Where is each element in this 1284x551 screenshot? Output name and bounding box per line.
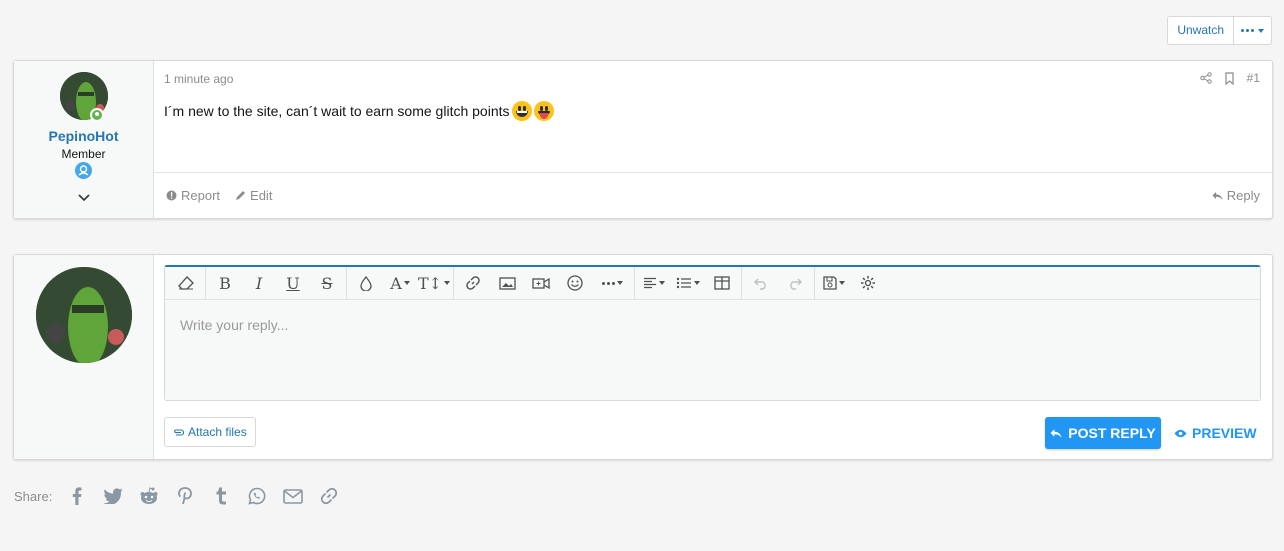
align-icon[interactable] — [637, 267, 671, 300]
username[interactable]: PepinoHot — [14, 128, 153, 144]
toolbar-separator — [741, 266, 742, 300]
share-icon[interactable] — [1199, 72, 1212, 84]
toolbar-separator — [814, 266, 815, 300]
post-attribution-actions: #1 — [1199, 71, 1260, 85]
grinning-face-icon — [511, 101, 532, 121]
font-size-icon[interactable]: T↕ — [417, 267, 451, 300]
message-user-cell: PepinoHot Member — [14, 61, 154, 218]
unwatch-button[interactable]: Unwatch — [1167, 16, 1234, 45]
toolbar-separator — [205, 266, 206, 300]
post-reply-button[interactable]: POST REPLY — [1045, 417, 1161, 449]
reply-link[interactable]: Reply — [1212, 188, 1260, 203]
facebook-icon[interactable] — [66, 485, 88, 507]
reddit-icon[interactable] — [138, 485, 160, 507]
avatar — [36, 267, 132, 363]
link-icon[interactable] — [318, 485, 340, 507]
editor-toolbar: B I U S A T↕ — [165, 266, 1260, 300]
post-footer: Report Edit Reply — [154, 172, 1272, 218]
preview-button[interactable]: PREVIEW — [1174, 417, 1257, 449]
bold-icon[interactable]: B — [208, 267, 242, 300]
tumblr-icon[interactable] — [210, 485, 232, 507]
face-with-tongue-icon — [533, 101, 554, 121]
gear-icon[interactable] — [851, 267, 885, 300]
toolbar-separator — [453, 266, 454, 300]
smiley-icon[interactable] — [558, 267, 592, 300]
video-icon[interactable] — [524, 267, 558, 300]
twitter-icon[interactable] — [102, 485, 124, 507]
list-icon[interactable] — [671, 267, 705, 300]
share-label: Share: — [14, 488, 53, 504]
edit-link[interactable]: Edit — [235, 188, 272, 203]
link-icon[interactable] — [456, 267, 490, 300]
italic-icon[interactable]: I — [242, 267, 276, 300]
message-main-cell: 1 minute ago #1 I´m new to the site, can… — [154, 61, 1272, 218]
eraser-icon[interactable] — [169, 267, 203, 300]
font-family-icon[interactable]: A — [383, 267, 417, 300]
toolbar-separator — [346, 266, 347, 300]
pinterest-icon[interactable] — [174, 485, 196, 507]
chevron-down-icon — [1258, 28, 1264, 33]
user-title: Member — [61, 147, 106, 161]
text-color-icon[interactable] — [349, 267, 383, 300]
post-date[interactable]: 1 minute ago — [164, 72, 233, 86]
post-reply-label: POST REPLY — [1068, 425, 1156, 441]
report-label: Report — [181, 188, 221, 203]
reply-main: B I U S A T↕ Write your reply... Attach … — [154, 255, 1272, 459]
reply-icon — [1050, 428, 1062, 438]
underline-icon[interactable]: U — [276, 267, 310, 300]
post-body: I´m new to the site, can´t wait to earn … — [164, 101, 554, 121]
attach-files-label: Attach files — [188, 425, 247, 439]
preview-label: PREVIEW — [1192, 425, 1257, 441]
image-icon[interactable] — [490, 267, 524, 300]
reply-label: Reply — [1226, 188, 1260, 203]
share-bar: Share: — [14, 485, 340, 507]
paperclip-icon — [174, 429, 184, 436]
save-draft-icon[interactable] — [817, 267, 851, 300]
online-status-icon — [90, 108, 104, 122]
whatsapp-icon[interactable] — [246, 485, 268, 507]
strikethrough-icon[interactable]: S — [310, 267, 344, 300]
more-options-button[interactable] — [1234, 16, 1272, 45]
rich-text-editor: B I U S A T↕ — [164, 265, 1261, 401]
post-number[interactable]: #1 — [1247, 71, 1260, 85]
edit-label: Edit — [250, 188, 273, 203]
post-message: PepinoHot Member 1 minute ago #1 I´m new… — [13, 60, 1273, 219]
more-insert-icon[interactable] — [592, 267, 632, 300]
undo-icon[interactable] — [744, 267, 778, 300]
reply-input[interactable] — [165, 300, 1260, 400]
chevron-down-icon[interactable] — [76, 189, 92, 205]
thread-actions: Unwatch — [1167, 16, 1272, 45]
info-icon — [166, 190, 177, 201]
reply-user-cell — [14, 255, 154, 459]
email-icon[interactable] — [282, 485, 304, 507]
ellipsis-icon — [1241, 29, 1254, 32]
toolbar-separator — [634, 266, 635, 300]
pencil-icon — [236, 191, 246, 200]
eye-icon — [1174, 429, 1187, 437]
bookmark-icon[interactable] — [1224, 71, 1235, 85]
user-badge-icon — [75, 162, 92, 179]
reply-icon — [1212, 191, 1223, 200]
post-text: I´m new to the site, can´t wait to earn … — [164, 103, 510, 119]
quick-reply: B I U S A T↕ Write your reply... Attach … — [13, 254, 1273, 460]
attach-files-button[interactable]: Attach files — [164, 417, 256, 447]
report-link[interactable]: Report — [166, 188, 220, 203]
table-icon[interactable] — [705, 267, 739, 300]
redo-icon[interactable] — [778, 267, 812, 300]
